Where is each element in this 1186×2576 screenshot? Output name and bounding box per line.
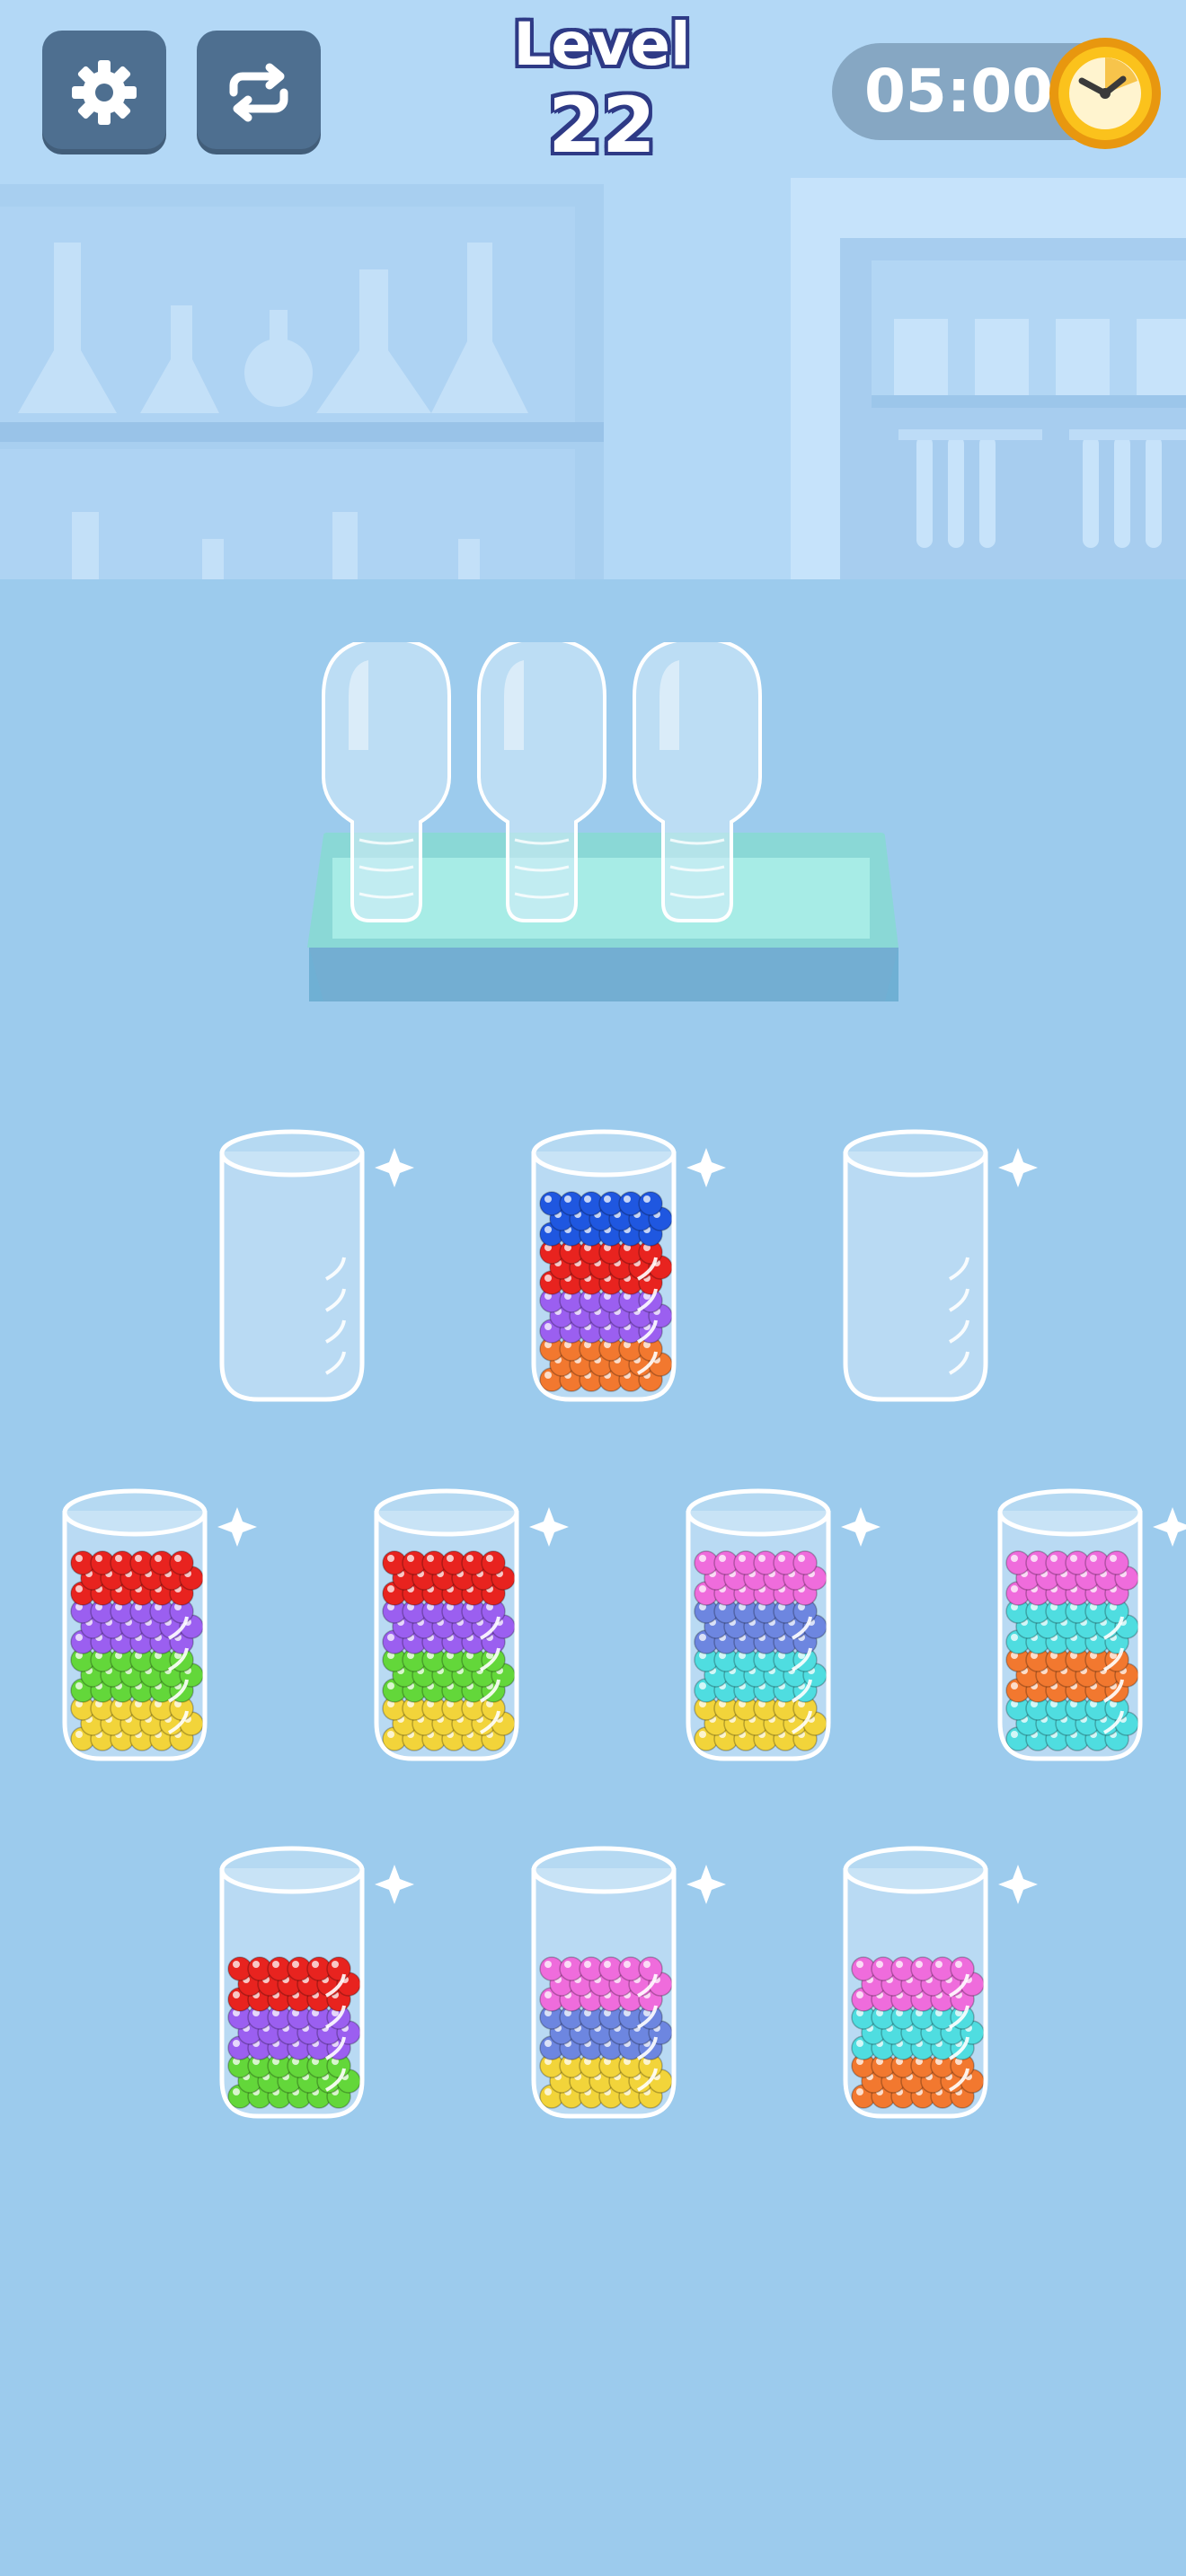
ball-tube[interactable] [211, 1114, 414, 1410]
red-ball-layer [70, 1550, 204, 1606]
yellow-ball-layer [70, 1696, 204, 1751]
restart-button[interactable] [197, 31, 321, 154]
green-ball-layer [227, 2053, 361, 2109]
yellow-ball-layer [694, 1696, 828, 1751]
ball-tube[interactable] [677, 1473, 881, 1769]
pink-ball-layer [694, 1550, 828, 1606]
timer-text: 05:00 [864, 57, 1054, 126]
ball-tube[interactable] [366, 1473, 569, 1769]
ball-tube[interactable] [211, 1831, 414, 2127]
ball-tube[interactable] [835, 1831, 1038, 2127]
orange-ball-layer [851, 2053, 985, 2109]
ball-tube[interactable] [989, 1473, 1186, 1769]
stopwatch-icon [1049, 38, 1161, 149]
pink-ball-layer [1005, 1550, 1139, 1606]
ball-tube[interactable] [54, 1473, 257, 1769]
yellow-ball-layer [382, 1696, 516, 1751]
cyan-ball-layer [1005, 1696, 1139, 1751]
red-ball-layer [382, 1550, 516, 1606]
yellow-ball-layer [539, 2053, 673, 2109]
level-number: 22 [548, 81, 656, 171]
level-label: Level [513, 10, 691, 79]
level-indicator: Level 22 [467, 5, 737, 167]
helper-rack [307, 642, 898, 1001]
ball-tube[interactable] [523, 1114, 726, 1410]
ball-tube[interactable] [835, 1114, 1038, 1410]
repeat-icon [229, 63, 288, 122]
gear-icon [72, 60, 137, 125]
settings-button[interactable] [42, 31, 166, 154]
ball-tube[interactable] [523, 1831, 726, 2127]
blue-ball-layer [539, 1191, 673, 1247]
orange-ball-layer [539, 1337, 673, 1392]
